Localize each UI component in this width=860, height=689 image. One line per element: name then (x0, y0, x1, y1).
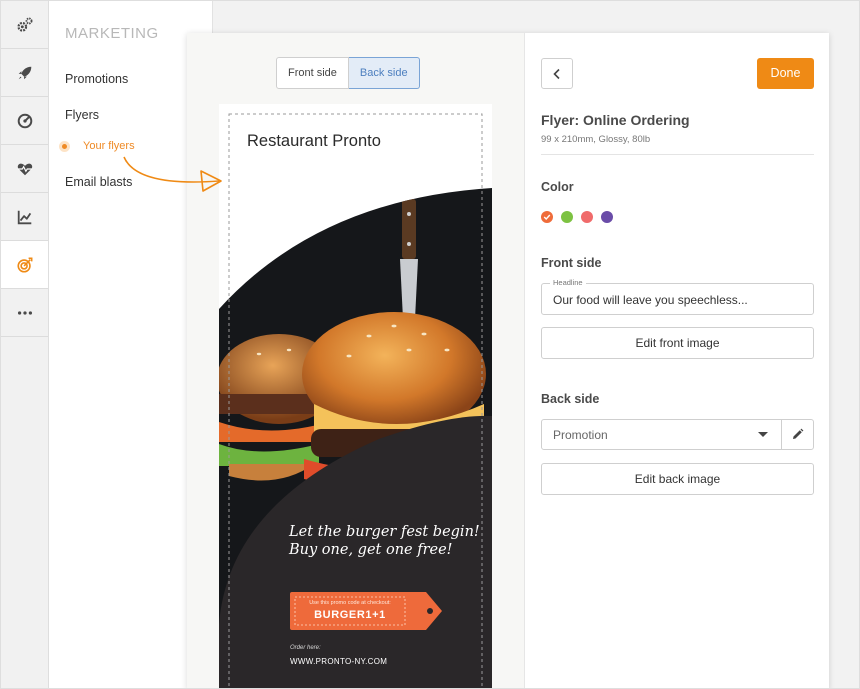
back-side-heading: Back side (541, 392, 600, 406)
flyer-restaurant-name: Restaurant Pronto (247, 132, 381, 150)
flyer-specs: 99 x 210mm, Glossy, 80lb (541, 134, 651, 145)
flyer-tagline-line-1: Let the burger fest begin! (289, 524, 480, 540)
promo-code: BURGER1+1 (314, 609, 386, 621)
tab-back-side[interactable]: Back side (348, 57, 420, 89)
annotation-arrow-icon (123, 156, 222, 192)
check-icon (543, 214, 551, 221)
rail-item-dashboard[interactable] (1, 97, 48, 145)
flyer-tagline-line-2: Buy one, get one free! (289, 542, 453, 558)
target-icon (16, 257, 32, 273)
front-side-heading: Front side (541, 256, 602, 270)
back-side-select[interactable]: Promotion (541, 419, 782, 450)
edit-back-image-button[interactable]: Edit back image (541, 463, 814, 495)
rail-item-settings[interactable] (1, 1, 48, 49)
caret-down-icon (758, 432, 768, 437)
headline-input-value[interactable]: Our food will leave you speechless... (553, 293, 748, 307)
icon-rail (1, 1, 49, 688)
promo-hint: Use this promo code at checkout: (309, 600, 391, 606)
color-heading: Color (541, 180, 574, 194)
more-icon (17, 310, 32, 315)
done-button[interactable]: Done (757, 58, 814, 89)
divider (541, 154, 814, 155)
rail-item-more[interactable] (1, 289, 48, 337)
color-swatch-green[interactable] (561, 211, 573, 223)
chevron-left-icon (553, 68, 560, 79)
side-toggle: Front side Back side (276, 57, 420, 89)
flyer-tagline: Let the burger fest begin! Buy one, get … (289, 523, 489, 559)
nav-item-your-flyers[interactable]: Your flyers (83, 140, 135, 152)
flyer-settings-panel: Done Flyer: Online Ordering 99 x 210mm, … (524, 33, 829, 688)
app-window: MARKETING Promotions Flyers Your flyers … (0, 0, 860, 689)
gauge-icon (17, 113, 32, 128)
nav-item-promotions[interactable]: Promotions (65, 72, 128, 86)
gears-icon (16, 17, 32, 32)
headline-field[interactable]: Headline Our food will leave you speechl… (541, 278, 814, 315)
flyer-title: Flyer: Online Ordering (541, 112, 690, 128)
back-side-select-value: Promotion (553, 428, 608, 442)
line-chart-icon (17, 210, 31, 224)
rail-item-analytics[interactable] (1, 193, 48, 241)
rocket-icon (18, 66, 31, 79)
edit-front-image-button[interactable]: Edit front image (541, 327, 814, 359)
rail-item-marketing[interactable] (1, 241, 48, 289)
color-swatch-red[interactable] (581, 211, 593, 223)
flyer-preview: Restaurant Pronto Let the burger fest be… (219, 104, 492, 688)
heart-pulse-icon (17, 163, 32, 175)
nav-section-title: MARKETING (65, 25, 159, 42)
color-swatch-orange[interactable] (541, 211, 553, 223)
knife-handle (402, 199, 416, 259)
edit-promotion-button[interactable] (781, 419, 814, 450)
tab-front-side[interactable]: Front side (276, 57, 349, 89)
color-swatch-purple[interactable] (601, 211, 613, 223)
back-button[interactable] (541, 58, 573, 89)
pencil-icon (793, 428, 804, 439)
nav-item-flyers[interactable]: Flyers (65, 108, 99, 122)
headline-label: Headline (550, 278, 586, 287)
rail-item-launch[interactable] (1, 49, 48, 97)
active-dot-icon (62, 144, 67, 149)
flyer-editor: Front side Back side Restaurant Pronto L… (187, 33, 829, 688)
order-url: WWW.PRONTO-NY.COM (290, 657, 388, 666)
order-label: Order here: (290, 645, 321, 651)
rail-item-health[interactable] (1, 145, 48, 193)
